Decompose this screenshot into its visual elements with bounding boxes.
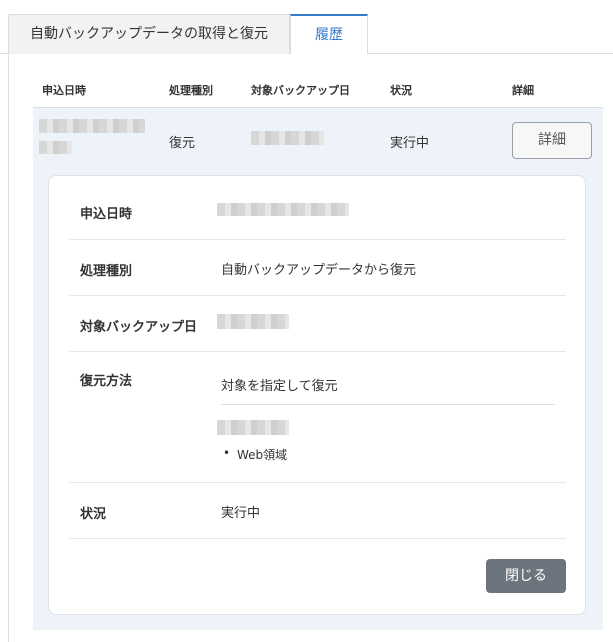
- detail-target-date-redacted: [217, 314, 289, 329]
- detail-applied-at-redacted: [217, 203, 349, 216]
- detail-button[interactable]: 詳細: [512, 122, 592, 159]
- detail-row-status: 状況 実行中: [69, 483, 566, 539]
- detail-label: 対象バックアップ日: [80, 320, 198, 335]
- table-header: 申込日時 処理種別 対象バックアップ日 状況 詳細: [33, 72, 603, 108]
- header-target-backup-date: 対象バックアップ日: [251, 84, 350, 97]
- applied-at-redacted: [39, 119, 145, 133]
- detail-value: 自動バックアップデータから復元: [221, 263, 417, 278]
- detail-value: 実行中: [221, 506, 261, 521]
- tab-bar: 自動バックアップデータの取得と復元 履歴: [0, 0, 613, 55]
- close-button[interactable]: 閉じる: [486, 559, 566, 593]
- detail-card: 申込日時 処理種別 自動バックアップデータから復元 対象バックアップ日 復元方法…: [48, 175, 586, 615]
- sub-divider: [221, 404, 555, 405]
- header-detail: 詳細: [512, 84, 534, 97]
- detail-row-applied-at: 申込日時: [69, 176, 566, 240]
- header-process-type: 処理種別: [169, 84, 213, 97]
- detail-label: 状況: [80, 507, 107, 522]
- restore-item: Web領域: [223, 446, 287, 463]
- tab-auto-backup[interactable]: 自動バックアップデータの取得と復元: [8, 14, 290, 54]
- tab-history[interactable]: 履歴: [290, 14, 368, 55]
- header-status: 状況: [390, 84, 412, 97]
- applied-at-redacted-2: [39, 141, 72, 154]
- header-applied-at: 申込日時: [42, 84, 86, 97]
- detail-row-target-date: 対象バックアップ日: [69, 296, 566, 352]
- detail-label: 処理種別: [80, 264, 133, 279]
- detail-label: 申込日時: [80, 207, 133, 222]
- detail-row-process-type: 処理種別 自動バックアップデータから復元: [69, 240, 566, 296]
- restore-target-redacted: [217, 420, 289, 435]
- row-status: 実行中: [390, 136, 430, 151]
- row-process-type: 復元: [169, 136, 196, 151]
- target-date-redacted: [251, 131, 324, 145]
- detail-label: 復元方法: [80, 374, 133, 389]
- detail-row-restore-method: 復元方法 対象を指定して復元 Web領域: [69, 352, 566, 483]
- detail-value: 対象を指定して復元: [221, 379, 338, 394]
- table-row: 復元 実行中 詳細 申込日時 処理種別 自動バックアップデータから復元 対象バッ…: [33, 108, 603, 630]
